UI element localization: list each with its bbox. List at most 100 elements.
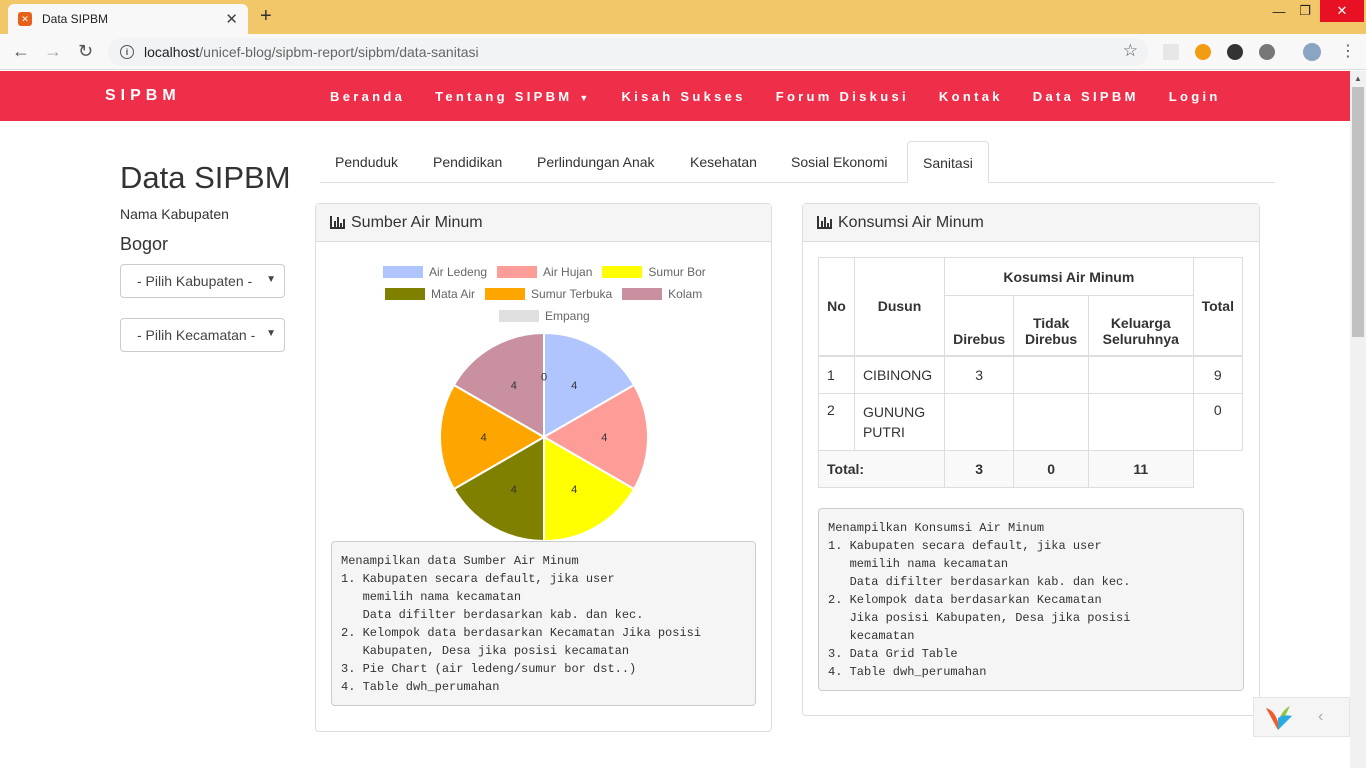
url-host: localhost	[144, 44, 200, 60]
url-path: /unicef-blog/sipbm-report/sipbm/data-san…	[199, 44, 479, 60]
scroll-up-icon[interactable]: ▲	[1354, 74, 1362, 83]
footer-tidak-direbus: 0	[1013, 450, 1089, 488]
scroll-thumb[interactable]	[1352, 87, 1364, 337]
panel-title: Sumber Air Minum	[351, 213, 483, 231]
konsumsi-air-panel: Konsumsi Air Minum No Dusun Kosumsi Air …	[802, 203, 1260, 716]
legend-label: Empang	[545, 309, 590, 323]
tab-kesehatan[interactable]: Kesehatan	[690, 141, 757, 183]
nav-link-beranda[interactable]: Beranda	[330, 89, 405, 104]
col-header-no: No	[818, 257, 855, 356]
legend-item[interactable]: Sumur Terbuka	[485, 287, 612, 301]
kabupaten-name: Bogor	[120, 234, 169, 254]
legend-swatch	[383, 266, 423, 278]
extension-icon[interactable]	[1259, 44, 1275, 60]
cell-total: 0	[1192, 393, 1244, 451]
kabupaten-select-value: - Pilih Kabupaten -	[137, 273, 253, 289]
info-icon[interactable]: i	[120, 45, 134, 59]
cell-keluarga	[1088, 393, 1194, 451]
cell-dusun: GUNUNG PUTRI	[853, 393, 946, 451]
footer-label: Total:	[817, 450, 946, 488]
tab-sanitasi[interactable]: Sanitasi	[907, 141, 989, 183]
nav-link-kontak[interactable]: Kontak	[939, 89, 1003, 104]
page-scrollbar[interactable]: ▲	[1350, 71, 1366, 768]
bar-chart-icon	[817, 216, 832, 229]
legend-swatch	[385, 288, 425, 300]
legend-swatch	[497, 266, 538, 278]
legend-label: Sumur Bor	[648, 265, 706, 279]
legend-swatch	[602, 266, 643, 278]
extension-icon[interactable]	[1227, 44, 1243, 60]
cell-keluarga	[1088, 355, 1194, 394]
cell-tidak-direbus	[1013, 355, 1089, 394]
kecamatan-select[interactable]: - Pilih Kecamatan - ▼	[120, 318, 285, 352]
col-header-total: Total	[1192, 257, 1244, 356]
browser-toolbar: ← → ↻ i localhost/unicef-blog/sipbm-repo…	[0, 34, 1366, 70]
page-title: Data SIPBM	[120, 160, 291, 195]
legend-item[interactable]: Empang	[499, 309, 590, 323]
browser-tab[interactable]: ✕ Data SIPBM ✕	[8, 4, 248, 34]
legend-swatch	[485, 288, 526, 300]
legend-swatch	[499, 310, 539, 322]
table-row: 2 GUNUNG PUTRI 0	[818, 393, 1244, 451]
legend-label: Mata Air	[431, 287, 476, 301]
legend-item[interactable]: Mata Air	[385, 287, 475, 301]
nav-links: Beranda Tentang SIPBM ▼ Kisah Sukses For…	[330, 89, 1251, 104]
konsumsi-table: No Dusun Kosumsi Air Minum Total Direbus…	[817, 257, 1244, 488]
window-close-icon[interactable]: ✕	[1320, 0, 1364, 22]
site-brand[interactable]: SIPBM	[105, 87, 181, 105]
nav-link-tentang-label: Tentang SIPBM	[435, 89, 573, 104]
chevron-left-icon[interactable]: ‹	[1318, 708, 1323, 726]
new-tab-icon[interactable]: +	[260, 5, 272, 28]
tab-pendidikan[interactable]: Pendidikan	[433, 141, 502, 183]
yii-debug-toolbar[interactable]: ‹	[1253, 697, 1350, 737]
menu-icon[interactable]: ⋮	[1340, 41, 1356, 61]
panel-heading: Sumber Air Minum	[316, 204, 771, 242]
cell-dusun: CIBINONG	[853, 355, 946, 394]
panel-title: Konsumsi Air Minum	[838, 213, 984, 231]
pie-data-label: 0	[541, 372, 547, 384]
legend-item[interactable]: Air Ledeng	[383, 265, 487, 279]
data-tabs: Penduduk Pendidikan Perlindungan Anak Ke…	[320, 141, 1275, 183]
nav-link-data[interactable]: Data SIPBM	[1033, 89, 1139, 104]
forward-icon[interactable]: →	[44, 41, 62, 62]
legend-item[interactable]: Kolam	[622, 287, 702, 301]
info-note: Menampilkan data Sumber Air Minum 1. Kab…	[331, 541, 756, 706]
address-bar[interactable]: i localhost/unicef-blog/sipbm-report/sip…	[108, 38, 1148, 66]
pie-data-label: 4	[601, 432, 607, 444]
nav-link-forum[interactable]: Forum Diskusi	[776, 89, 909, 104]
tab-penduduk[interactable]: Penduduk	[335, 141, 398, 183]
col-header-tidak-direbus: Tidak Direbus	[1013, 295, 1089, 356]
panel-heading: Konsumsi Air Minum	[803, 204, 1259, 242]
pie-data-label: 4	[511, 380, 517, 392]
kabupaten-select[interactable]: - Pilih Kabupaten - ▼	[120, 264, 285, 298]
bookmark-star-icon[interactable]: ☆	[1123, 41, 1138, 61]
nav-link-kisah[interactable]: Kisah Sukses	[622, 89, 746, 104]
tab-title: Data SIPBM	[42, 12, 109, 26]
info-note: Menampilkan Konsumsi Air Minum 1. Kabupa…	[818, 508, 1244, 691]
close-tab-icon[interactable]: ✕	[225, 10, 238, 28]
pie-data-label: 4	[511, 484, 517, 496]
tab-perlindungan-anak[interactable]: Perlindungan Anak	[537, 141, 655, 183]
extension-icon[interactable]	[1195, 44, 1211, 60]
restore-icon[interactable]: ❐	[1290, 0, 1320, 22]
xampp-favicon-icon: ✕	[18, 12, 32, 26]
legend-item[interactable]: Air Hujan	[497, 265, 592, 279]
col-header-keluarga: Keluarga Seluruhnya	[1088, 295, 1194, 356]
cell-direbus: 3	[944, 355, 1015, 394]
pie-data-label: 4	[571, 484, 577, 496]
nav-link-login[interactable]: Login	[1169, 89, 1221, 104]
legend-swatch	[622, 288, 663, 300]
footer-empty	[1193, 450, 1243, 488]
back-icon[interactable]: ←	[12, 41, 30, 62]
kecamatan-select-value: - Pilih Kecamatan -	[137, 327, 256, 343]
legend-item[interactable]: Sumur Bor	[602, 265, 706, 279]
profile-avatar[interactable]	[1303, 43, 1321, 61]
pie-data-label: 4	[481, 432, 487, 444]
yii-logo-icon[interactable]	[1258, 700, 1298, 736]
legend-row: Air Ledeng Air Hujan Sumur Bor	[383, 265, 716, 279]
site-navbar: SIPBM Beranda Tentang SIPBM ▼ Kisah Suks…	[0, 71, 1350, 121]
nav-link-tentang[interactable]: Tentang SIPBM ▼	[435, 89, 591, 104]
extension-icon[interactable]	[1163, 44, 1179, 60]
tab-sosial-ekonomi[interactable]: Sosial Ekonomi	[791, 141, 888, 183]
reload-icon[interactable]: ↻	[78, 41, 93, 62]
